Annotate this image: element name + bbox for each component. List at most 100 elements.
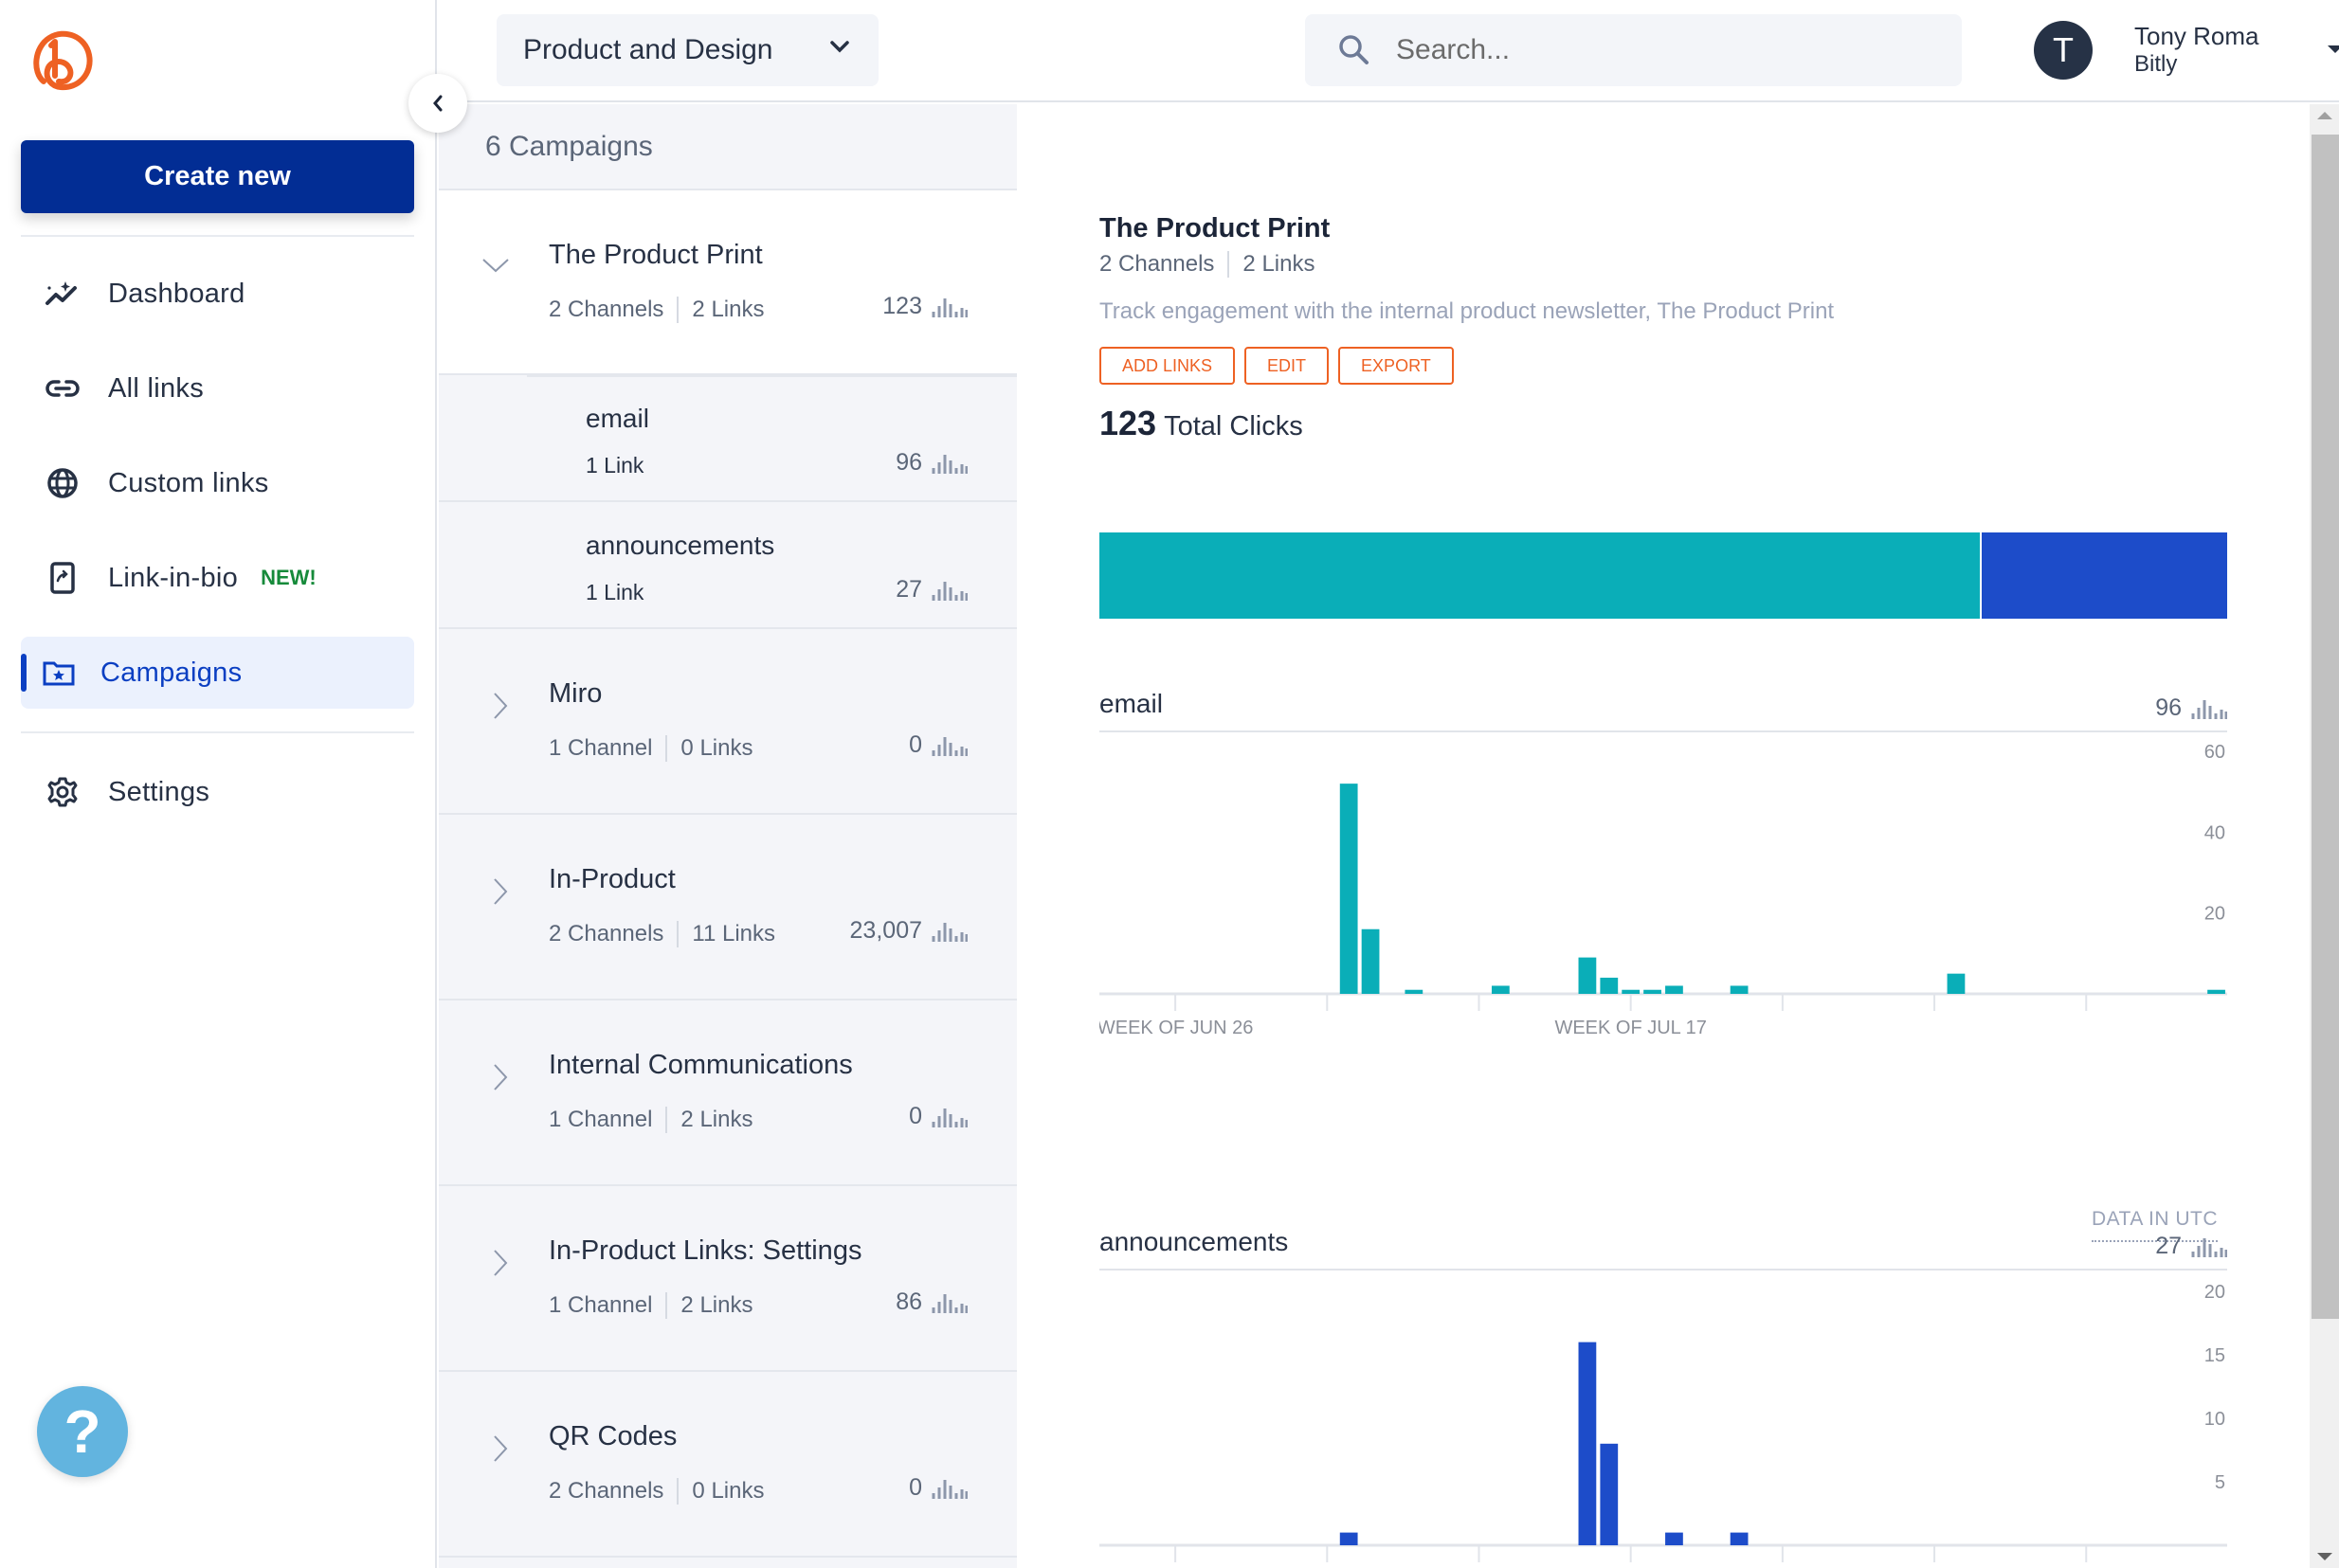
total-clicks: 123 Total Clicks bbox=[1099, 404, 1303, 443]
bar bbox=[1643, 989, 1661, 994]
bar bbox=[1339, 1532, 1358, 1545]
add-links-button[interactable]: ADD LINKS bbox=[1099, 347, 1236, 385]
campaign-item[interactable]: In-Product Links: Settings 1 Channel 2 L… bbox=[439, 1186, 1017, 1372]
search-bar[interactable] bbox=[1305, 14, 1962, 86]
chevron-down-icon[interactable] bbox=[481, 251, 510, 279]
channel-item[interactable]: email 1 Link 96 bbox=[439, 375, 1017, 502]
scroll-up-arrow-icon[interactable] bbox=[2317, 112, 2332, 119]
sidebar-item-dashboard[interactable]: Dashboard bbox=[21, 258, 414, 330]
chevron-down-icon bbox=[830, 41, 849, 53]
help-button[interactable]: ? bbox=[37, 1386, 128, 1477]
chevron-right-icon[interactable] bbox=[486, 1063, 515, 1091]
collapse-sidebar-button[interactable] bbox=[408, 74, 467, 133]
bar-chart-icon bbox=[932, 1479, 968, 1499]
bar bbox=[1730, 985, 1749, 994]
sidebar-item-all-links[interactable]: All links bbox=[21, 352, 414, 424]
channel-count: 2 Channels bbox=[549, 297, 664, 322]
bar bbox=[1665, 985, 1683, 994]
click-count-value: 23,007 bbox=[849, 917, 922, 944]
announcements-bar-chart: 5 10 15 20 bbox=[1099, 1282, 2227, 1562]
scroll-down-arrow-icon[interactable] bbox=[2317, 1553, 2332, 1560]
campaign-list: 6 Campaigns The Product Print 2 Channels… bbox=[439, 104, 1017, 1568]
campaign-item[interactable]: The Product Print 2 Channels 2 Links 123 bbox=[439, 190, 1017, 375]
sidebar-item-settings[interactable]: Settings bbox=[21, 756, 414, 828]
bar-chart-icon bbox=[932, 297, 968, 317]
link-count: 2 Links bbox=[1242, 251, 1315, 277]
user-name: Tony Roma bbox=[2134, 22, 2259, 50]
meta-divider bbox=[665, 735, 668, 762]
detail-actions: ADD LINKS EDIT EXPORT bbox=[1099, 347, 1454, 385]
campaign-meta: 2 Channels 0 Links bbox=[549, 1478, 764, 1505]
bar bbox=[1600, 977, 1619, 994]
channel-item[interactable]: announcements 1 Link 27 bbox=[439, 502, 1017, 629]
meta-divider bbox=[677, 1478, 680, 1505]
channel-count: 1 Channel bbox=[549, 735, 653, 761]
channel-title: announcements bbox=[586, 531, 775, 560]
email-bar-chart: 20 40 60 WEEK OF JUN 26 WEEK OF JUL 17 bbox=[1099, 742, 2227, 1036]
link-icon bbox=[44, 369, 82, 407]
sidebar-item-campaigns[interactable]: Campaigns bbox=[21, 637, 414, 709]
sidebar-item-link-in-bio[interactable]: Link-in-bio NEW! bbox=[21, 542, 414, 614]
meta-divider bbox=[1227, 251, 1230, 278]
campaign-item[interactable]: QR Codes 2 Channels 0 Links 0 bbox=[439, 1372, 1017, 1558]
chevron-right-icon[interactable] bbox=[486, 692, 515, 720]
click-count: 0 bbox=[909, 1474, 968, 1502]
campaign-meta: 1 Channel 0 Links bbox=[549, 735, 752, 762]
campaign-title: In-Product Links: Settings bbox=[549, 1235, 862, 1266]
click-count: 86 bbox=[896, 1289, 968, 1316]
scrollbar-thumb[interactable] bbox=[2312, 135, 2339, 1319]
sidebar-item-label: Campaigns bbox=[100, 657, 243, 688]
click-count: 0 bbox=[909, 731, 968, 759]
bar bbox=[1405, 989, 1423, 994]
group-selector-dropdown[interactable]: Product and Design bbox=[497, 14, 879, 86]
search-input[interactable] bbox=[1396, 34, 1927, 66]
dashboard-sparkle-icon bbox=[44, 275, 82, 313]
channel-count: 2 Channels bbox=[549, 1478, 664, 1504]
chart-total-value: 27 bbox=[2155, 1233, 2182, 1259]
chevron-right-icon[interactable] bbox=[486, 877, 515, 906]
campaign-detail: The Product Print 2 Channels 2 Links Tra… bbox=[1019, 104, 2310, 1568]
campaign-item[interactable]: In-Product 2 Channels 11 Links 23,007 bbox=[439, 815, 1017, 1000]
y-tick-label: 5 bbox=[2215, 1472, 2225, 1493]
edit-button[interactable]: EDIT bbox=[1244, 347, 1330, 385]
y-tick-label: 40 bbox=[2204, 822, 2225, 843]
bar bbox=[1339, 784, 1358, 994]
link-count: 2 Links bbox=[692, 297, 765, 322]
detail-meta: 2 Channels 2 Links bbox=[1099, 251, 1315, 278]
meta-divider bbox=[677, 921, 680, 947]
campaign-item[interactable]: Internal Communications 1 Channel 2 Link… bbox=[439, 1000, 1017, 1186]
meta-divider bbox=[665, 1292, 668, 1319]
campaign-title: Miro bbox=[549, 678, 603, 709]
bar bbox=[1491, 985, 1510, 994]
channel-count: 1 Channel bbox=[549, 1107, 653, 1132]
click-count: 27 bbox=[896, 576, 968, 604]
user-menu[interactable]: T Tony Roma Bitly bbox=[2034, 21, 2339, 80]
campaign-title: The Product Print bbox=[549, 240, 763, 270]
total-clicks-label: Total Clicks bbox=[1164, 411, 1303, 442]
chevron-right-icon[interactable] bbox=[486, 1434, 515, 1463]
detail-title: The Product Print bbox=[1099, 213, 1331, 243]
y-tick-label: 60 bbox=[2204, 742, 2225, 763]
sidebar-item-label: Settings bbox=[108, 776, 210, 807]
chart-title: announcements bbox=[1099, 1227, 1289, 1256]
share-segment-email[interactable] bbox=[1099, 532, 1980, 619]
sidebar-item-label: Dashboard bbox=[108, 278, 245, 309]
campaign-meta: 1 Channel 2 Links bbox=[549, 1107, 752, 1133]
share-segment-announcements[interactable] bbox=[1979, 532, 2227, 619]
export-button[interactable]: EXPORT bbox=[1338, 347, 1454, 385]
x-tick-label: WEEK OF JUN 26 bbox=[1099, 1018, 1253, 1036]
click-count: 96 bbox=[896, 449, 968, 477]
channel-count: 1 Channel bbox=[549, 1292, 653, 1318]
sidebar-item-custom-links[interactable]: Custom links bbox=[21, 447, 414, 519]
create-new-button[interactable]: Create new bbox=[21, 140, 414, 213]
campaign-item[interactable]: Miro 1 Channel 0 Links 0 bbox=[439, 629, 1017, 815]
scrollbar[interactable] bbox=[2310, 104, 2339, 1568]
bitly-logo[interactable] bbox=[30, 27, 93, 93]
click-count-value: 0 bbox=[909, 1103, 922, 1129]
bar-chart-icon bbox=[2191, 1237, 2227, 1257]
campaign-meta: 2 Channels 2 Links bbox=[549, 297, 764, 323]
sidebar-divider bbox=[21, 731, 414, 733]
new-badge: NEW! bbox=[261, 566, 317, 589]
bar bbox=[1361, 928, 1380, 994]
chevron-right-icon[interactable] bbox=[486, 1249, 515, 1277]
